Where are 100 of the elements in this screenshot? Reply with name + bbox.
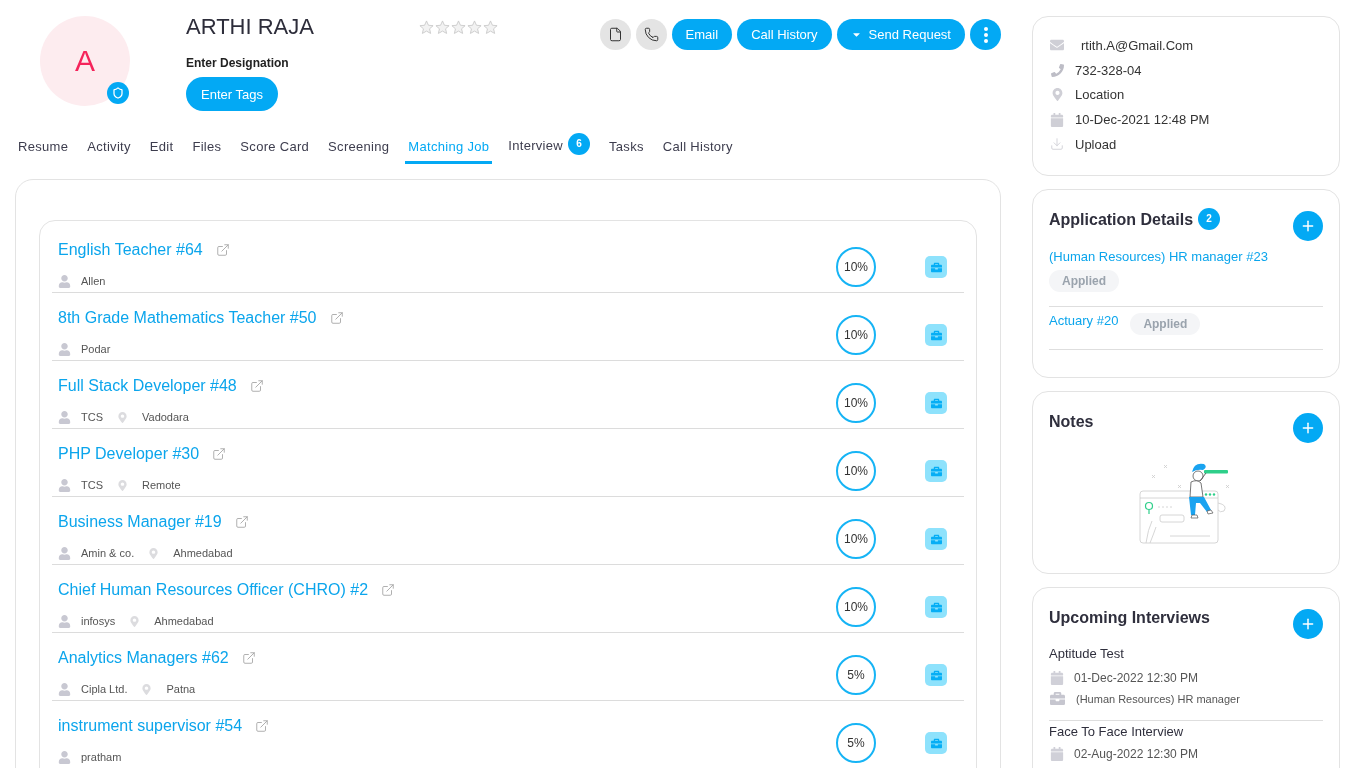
tab[interactable]: Interview 6 [505, 128, 593, 164]
briefcase-icon [1049, 691, 1065, 707]
company-name: Podar [81, 342, 111, 357]
count-badge: 6 [568, 133, 590, 155]
star-icon[interactable] [419, 20, 434, 35]
external-link-icon[interactable] [234, 515, 249, 529]
tab[interactable]: Activity [84, 130, 134, 164]
calendar-icon [1050, 670, 1064, 685]
company-name: infosys [81, 614, 116, 629]
shield-icon [107, 82, 129, 104]
location-pin-icon [129, 615, 141, 627]
briefcase-icon[interactable] [925, 324, 947, 346]
location-text: Location [1075, 87, 1125, 103]
star-icon[interactable] [467, 20, 482, 35]
avatar: A [40, 16, 130, 106]
more-button[interactable] [970, 19, 1001, 50]
external-link-icon[interactable] [249, 379, 264, 393]
section-title: Application Details [1049, 209, 1194, 230]
add-button[interactable] [1293, 210, 1323, 241]
phone-icon [1050, 63, 1064, 77]
tab[interactable]: Score Card [237, 130, 313, 164]
match-score: 10% [836, 519, 876, 559]
location-pin-icon [141, 683, 153, 695]
person-icon [58, 682, 71, 696]
tab[interactable]: Files [189, 130, 225, 164]
phone-icon [643, 27, 659, 42]
calendar-icon [1050, 746, 1064, 761]
phone-text: 732-328-04 [1075, 62, 1142, 78]
job-title-link[interactable]: Full Stack Developer #48 [58, 376, 237, 396]
briefcase-icon[interactable] [925, 460, 947, 482]
briefcase-icon[interactable] [925, 596, 947, 618]
interview-name: Aptitude Test [1049, 644, 1125, 663]
location-pin-icon [117, 411, 128, 423]
match-score: 10% [836, 315, 876, 355]
tab[interactable]: Call History [659, 130, 736, 164]
company-name: TCS [81, 478, 103, 493]
job-title-link[interactable]: Analytics Managers #62 [58, 648, 229, 668]
section-title: Upcoming Interviews [1049, 607, 1210, 628]
envelope-icon [1050, 38, 1064, 53]
upload-link[interactable]: Upload [1075, 136, 1117, 152]
tab[interactable]: Tasks [606, 130, 647, 164]
tab[interactable]: Edit [146, 130, 177, 164]
job-title-link[interactable]: English Teacher #64 [58, 240, 203, 260]
add-button[interactable] [1293, 608, 1323, 639]
person-icon [58, 410, 71, 424]
download-icon [1050, 137, 1064, 152]
job-location: Patna [166, 682, 196, 697]
send-request-button[interactable]: Send Request [836, 19, 965, 50]
star-icon[interactable] [451, 20, 466, 35]
applied-job-link[interactable]: Actuary #20 [1049, 312, 1119, 329]
job-location: Vadodara [142, 410, 189, 425]
job-title-link[interactable]: instrument supervisor #54 [58, 716, 243, 736]
status-tag: Applied [1130, 312, 1201, 335]
star-icon[interactable] [483, 20, 498, 35]
briefcase-icon[interactable] [925, 664, 947, 686]
tab[interactable]: Matching Job [405, 130, 493, 164]
briefcase-icon[interactable] [925, 732, 947, 754]
external-link-icon[interactable] [241, 651, 256, 665]
company-name: Amin & co. [81, 546, 135, 561]
match-score: 5% [836, 723, 876, 763]
star-icon[interactable] [435, 20, 450, 35]
add-button[interactable] [1293, 412, 1323, 443]
status-tag: Applied [1049, 269, 1119, 292]
call-history-button[interactable]: Call History [737, 19, 832, 50]
external-link-icon[interactable] [215, 243, 230, 257]
person-icon [58, 274, 71, 288]
company-name: TCS [81, 410, 103, 425]
section-title: Notes [1049, 411, 1094, 432]
job-title-link[interactable]: Chief Human Resources Officer (CHRO) #2 [58, 580, 369, 600]
job-title-link[interactable]: Business Manager #19 [58, 512, 222, 532]
document-button[interactable] [599, 19, 631, 50]
interview-job: (Human Resources) HR manager [1076, 692, 1240, 705]
briefcase-icon[interactable] [925, 528, 947, 550]
person-icon [58, 342, 71, 356]
tab[interactable]: Screening [325, 130, 393, 164]
external-link-icon[interactable] [329, 311, 344, 325]
call-button[interactable] [635, 19, 667, 50]
job-location: Ahmedabad [173, 546, 233, 561]
briefcase-icon[interactable] [925, 256, 947, 278]
tab[interactable]: Resume [15, 130, 72, 164]
enter-tags-button[interactable]: Enter Tags [186, 77, 278, 111]
job-title-link[interactable]: 8th Grade Mathematics Teacher #50 [58, 308, 317, 328]
external-link-icon[interactable] [255, 719, 270, 733]
job-location: Remote [142, 478, 181, 493]
job-title-link[interactable]: PHP Developer #30 [58, 444, 200, 464]
person-icon [58, 478, 71, 492]
match-score: 10% [836, 247, 876, 287]
location-pin-icon [1050, 88, 1064, 102]
vertical-dots-icon [983, 26, 988, 43]
company-name: pratham [81, 750, 122, 765]
email-button[interactable]: Email [671, 19, 733, 50]
email-text[interactable]: rtith.A@Gmail.Com [1081, 37, 1194, 53]
location-pin-icon [148, 547, 160, 559]
applied-job-link[interactable]: (Human Resources) HR manager #23 [1049, 248, 1268, 265]
external-link-icon[interactable] [212, 447, 227, 461]
briefcase-icon[interactable] [925, 392, 947, 414]
external-link-icon[interactable] [381, 583, 396, 597]
interview-date: 01-Dec-2022 12:30 PM [1074, 670, 1199, 685]
designation-text[interactable]: Enter Designation [186, 55, 419, 71]
count-badge: 2 [1198, 207, 1221, 230]
